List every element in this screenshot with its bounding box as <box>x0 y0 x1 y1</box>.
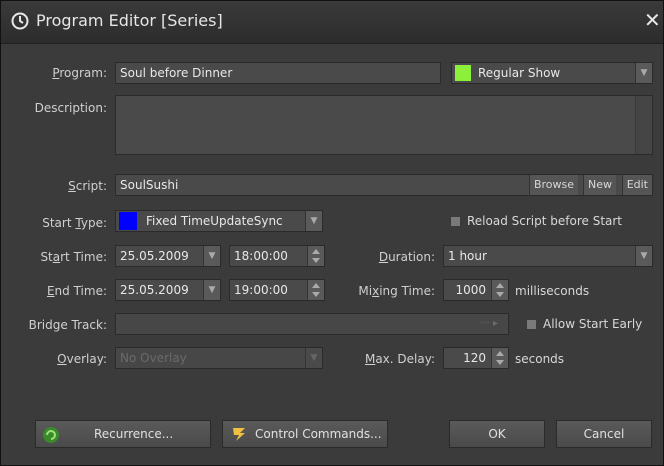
overlay-label: Overlay: <box>57 352 107 366</box>
control-commands-button-label: Control Commands... <box>255 427 382 441</box>
recurrence-button-label: Recurrence... <box>94 427 174 441</box>
program-type-color-swatch <box>455 65 471 81</box>
end-time-spinner[interactable]: 19:00:00 <box>229 279 325 301</box>
close-icon[interactable]: ✕ <box>644 8 661 32</box>
max-delay-spinner[interactable]: 120 <box>443 347 509 369</box>
chevron-down-icon[interactable]: ▼ <box>305 211 322 231</box>
mixing-time-value: 1000 <box>455 283 486 297</box>
description-scrollbar[interactable] <box>635 96 652 154</box>
end-date-picker[interactable]: 25.05.2009 ▼ <box>115 279 221 301</box>
program-type-value: Regular Show <box>478 66 561 80</box>
bridge-track-input: ··· ▸ <box>115 313 509 335</box>
overlay-select: No Overlay ▼ <box>115 347 323 369</box>
chevron-down-icon[interactable]: ▼ <box>203 246 220 266</box>
edit-button[interactable]: Edit <box>621 175 652 195</box>
cancel-button[interactable]: Cancel <box>556 420 652 448</box>
start-time-label: Start Time: <box>40 250 107 264</box>
spinner-arrows-icon[interactable] <box>307 280 324 300</box>
bridge-track-label: Bridge Track: <box>28 318 107 332</box>
max-delay-label: Max. Delay: <box>364 352 435 366</box>
start-time-value: 18:00:00 <box>234 249 288 263</box>
max-delay-unit: seconds <box>515 352 565 366</box>
program-type-select[interactable]: Regular Show ▼ <box>451 62 653 84</box>
allow-start-early-label: Allow Start Early <box>543 317 643 331</box>
description-label: Description: <box>34 101 107 115</box>
start-date-value: 25.05.2009 <box>120 249 189 263</box>
ellipsis-icon: ··· ▸ <box>480 318 498 329</box>
control-commands-button[interactable]: Control Commands... <box>222 420 388 448</box>
mixing-time-unit: milliseconds <box>515 284 590 298</box>
start-time-spinner[interactable]: 18:00:00 <box>229 245 325 267</box>
start-type-value: Fixed TimeUpdateSync <box>146 214 283 228</box>
spinner-arrows-icon[interactable] <box>307 246 324 266</box>
duration-value: 1 hour <box>448 249 487 263</box>
overlay-value: No Overlay <box>120 351 187 365</box>
start-type-color-swatch <box>119 212 137 230</box>
clock-icon <box>11 12 29 30</box>
end-date-value: 25.05.2009 <box>120 283 189 297</box>
reload-script-label: Reload Script before Start <box>467 214 623 228</box>
start-type-label: Start Type: <box>42 216 107 230</box>
program-name-input[interactable]: Soul before Dinner <box>115 62 441 84</box>
mixing-time-spinner[interactable]: 1000 <box>443 279 509 301</box>
lightning-icon <box>233 428 245 441</box>
mixing-time-label: Mixing Time: <box>358 284 435 298</box>
script-input[interactable]: SoulSushi ▼ Browse New Edit <box>115 174 653 196</box>
start-date-picker[interactable]: 25.05.2009 ▼ <box>115 245 221 267</box>
reload-script-checkbox[interactable] <box>450 216 461 227</box>
spinner-arrows-icon[interactable] <box>491 280 508 300</box>
ok-button[interactable]: OK <box>449 420 545 448</box>
new-button[interactable]: New <box>583 175 616 195</box>
duration-select[interactable]: 1 hour ▼ <box>443 245 653 267</box>
script-label: Script: <box>68 179 107 193</box>
chevron-down-icon: ▼ <box>305 348 322 368</box>
window-title: Program Editor [Series] <box>36 11 223 30</box>
allow-start-early-checkbox[interactable] <box>526 319 537 330</box>
spinner-arrows-icon[interactable] <box>491 348 508 368</box>
script-value: SoulSushi <box>120 178 179 192</box>
chevron-down-icon[interactable]: ▼ <box>635 246 652 266</box>
end-time-value: 19:00:00 <box>234 283 288 297</box>
duration-label: Duration: <box>378 250 435 264</box>
program-editor-window: Program Editor [Series] ✕ Program: Soul … <box>0 0 664 466</box>
recurrence-button[interactable]: Recurrence... <box>35 420 211 448</box>
description-textarea[interactable] <box>115 95 653 155</box>
chevron-down-icon[interactable]: ▼ <box>203 280 220 300</box>
chevron-down-icon[interactable]: ▼ <box>635 63 652 83</box>
program-label: Program: <box>52 66 107 80</box>
start-type-select[interactable]: Fixed TimeUpdateSync ▼ <box>115 210 323 232</box>
browse-button[interactable]: Browse <box>528 175 578 195</box>
end-time-label: End Time: <box>46 284 107 298</box>
max-delay-value: 120 <box>463 351 486 365</box>
recurrence-icon <box>43 427 59 443</box>
title-bar[interactable]: Program Editor [Series] ✕ <box>1 1 663 44</box>
